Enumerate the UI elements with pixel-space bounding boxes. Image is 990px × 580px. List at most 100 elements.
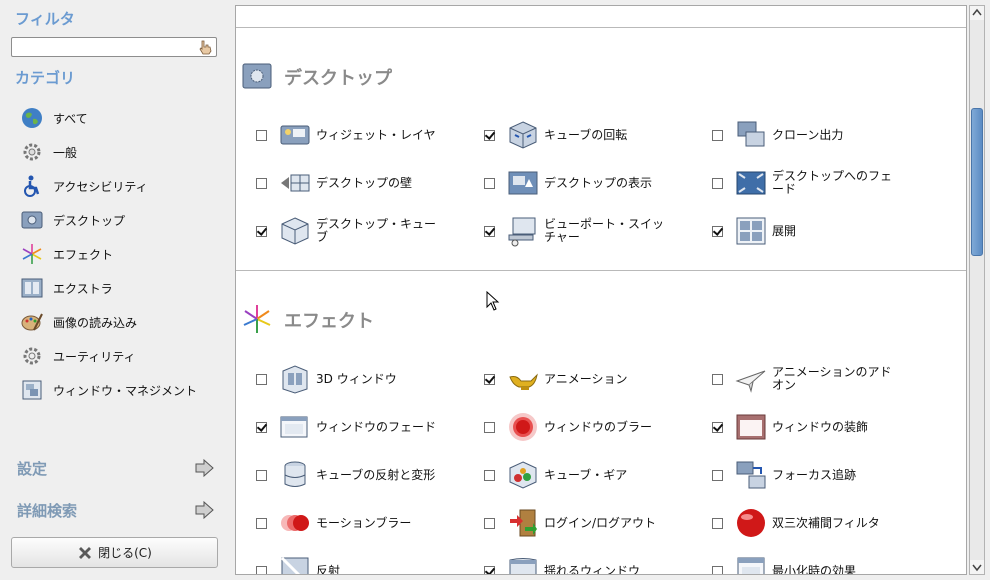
- category-accessibility[interactable]: アクセシビリティ: [20, 173, 148, 199]
- plugin-item[interactable]: ウィンドウのフェード: [256, 409, 446, 445]
- category-label: エクストラ: [53, 281, 113, 296]
- plugin-item[interactable]: ウィジェット・レイヤ: [256, 117, 446, 153]
- category-label: 一般: [53, 145, 78, 160]
- plugin-label: ウィンドウのブラー: [544, 419, 653, 434]
- category-image-loading[interactable]: 画像の読み込み: [20, 309, 137, 335]
- wobbly-windows-icon: [509, 558, 537, 574]
- plugin-checkbox[interactable]: [484, 565, 495, 574]
- plugin-checkbox[interactable]: [484, 373, 495, 385]
- plugin-checkbox[interactable]: [484, 421, 495, 433]
- plugin-checkbox[interactable]: [484, 129, 495, 141]
- plugin-checkbox[interactable]: [256, 565, 267, 574]
- plugin-label: 展開: [772, 223, 797, 238]
- plugin-label: アニメーションのアドオン: [772, 365, 892, 392]
- close-x-icon: [79, 546, 92, 559]
- category-label: ユーティリティ: [53, 349, 136, 364]
- plugin-item[interactable]: 3D ウィンドウ: [256, 361, 446, 397]
- plugin-checkbox[interactable]: [712, 469, 723, 481]
- plugin-item[interactable]: アニメーションのアドオン: [712, 361, 902, 397]
- plugin-item[interactable]: ログイン/ログアウト: [484, 505, 674, 541]
- plugin-checkbox[interactable]: [712, 225, 723, 237]
- plugin-item[interactable]: フォーカス追跡: [712, 457, 902, 493]
- desktop-icon: [242, 63, 272, 89]
- category-utility[interactable]: ユーティリティ: [20, 343, 136, 369]
- plugin-label: ウィジェット・レイヤ: [316, 127, 436, 142]
- plugin-checkbox[interactable]: [712, 373, 723, 385]
- vertical-scrollbar[interactable]: [969, 5, 985, 575]
- plugin-label: ログイン/ログアウト: [544, 515, 657, 530]
- plugin-checkbox[interactable]: [484, 517, 495, 529]
- plugin-item[interactable]: デスクトップの表示: [484, 165, 674, 201]
- plugin-item[interactable]: ウィンドウの装飾: [712, 409, 902, 445]
- close-button[interactable]: 閉じる(C): [11, 537, 218, 568]
- plugin-checkbox[interactable]: [256, 177, 267, 189]
- plugin-item[interactable]: デスクトップの壁: [256, 165, 446, 201]
- category-all[interactable]: すべて: [20, 105, 88, 131]
- category-general[interactable]: 一般: [20, 139, 77, 165]
- plugin-item[interactable]: アニメーション: [484, 361, 674, 397]
- minimize-effect-icon: [737, 557, 765, 574]
- arrow-up-icon: [972, 8, 982, 16]
- clear-hand-icon[interactable]: [197, 39, 213, 55]
- filter-input[interactable]: [11, 37, 217, 57]
- category-effects[interactable]: エフェクト: [20, 241, 113, 267]
- plugin-item[interactable]: 最小化時の効果: [712, 553, 902, 574]
- plugin-checkbox[interactable]: [484, 225, 495, 237]
- settings-arrow-icon[interactable]: [193, 458, 215, 478]
- show-desktop-icon: [508, 171, 538, 195]
- plugin-label: クローン出力: [772, 127, 844, 142]
- plugin-item[interactable]: 揺れるウィンドウ: [484, 553, 674, 574]
- plugin-item[interactable]: デスクトップへのフェード: [712, 165, 902, 201]
- plugin-checkbox[interactable]: [712, 565, 723, 574]
- plugin-checkbox[interactable]: [712, 129, 723, 141]
- category-window-management[interactable]: ウィンドウ・マネジメント: [20, 377, 197, 403]
- category-desktop[interactable]: デスクトップ: [20, 207, 125, 233]
- category-label: デスクトップ: [53, 213, 126, 228]
- gear-icon: [23, 143, 41, 161]
- advanced-search-heading[interactable]: 詳細検索: [17, 500, 77, 521]
- advanced-search-arrow-icon[interactable]: [193, 500, 215, 520]
- plugin-checkbox[interactable]: [712, 177, 723, 189]
- plugin-item[interactable]: ビューポート・スイッチャー: [484, 213, 674, 249]
- cube-gears-icon: [509, 461, 537, 489]
- plugin-item[interactable]: モーションブラー: [256, 505, 446, 541]
- plugin-checkbox[interactable]: [484, 177, 495, 189]
- plugin-item[interactable]: キューブの回転: [484, 117, 674, 153]
- plugin-checkbox[interactable]: [256, 517, 267, 529]
- scroll-thumb[interactable]: [971, 108, 983, 256]
- section-divider: [236, 270, 966, 271]
- plugin-checkbox[interactable]: [256, 421, 267, 433]
- motion-blur-icon: [281, 515, 309, 531]
- plugin-checkbox[interactable]: [256, 373, 267, 385]
- category-heading: カテゴリ: [15, 69, 76, 87]
- 3d-windows-icon: [282, 365, 308, 394]
- cube-reflection-icon: [284, 461, 306, 487]
- plugin-label: アニメーション: [544, 371, 628, 386]
- scroll-down-button[interactable]: [970, 560, 984, 574]
- plugin-checkbox[interactable]: [712, 517, 723, 529]
- plugin-checkbox[interactable]: [256, 469, 267, 481]
- genie-lamp-icon: [509, 373, 538, 390]
- plugin-item[interactable]: キューブの反射と変形: [256, 457, 446, 493]
- plugin-label: 3D ウィンドウ: [316, 371, 397, 386]
- plugin-item[interactable]: キューブ・ギア: [484, 457, 674, 493]
- settings-heading[interactable]: 設定: [17, 458, 47, 479]
- plugin-label: キューブ・ギア: [544, 467, 628, 482]
- category-label: ウィンドウ・マネジメント: [53, 383, 198, 398]
- plugin-item[interactable]: デスクトップ・キューブ: [256, 213, 446, 249]
- plugin-item[interactable]: 反射: [256, 553, 446, 574]
- plugin-checkbox[interactable]: [256, 225, 267, 237]
- plugin-checkbox[interactable]: [256, 129, 267, 141]
- plugin-item[interactable]: ウィンドウのブラー: [484, 409, 674, 445]
- palette-icon: [21, 313, 43, 331]
- extras-icon: [21, 278, 43, 298]
- plugin-item[interactable]: クローン出力: [712, 117, 902, 153]
- scroll-up-button[interactable]: [970, 6, 984, 20]
- plugin-item[interactable]: 展開: [712, 213, 902, 249]
- plugin-item[interactable]: 双三次補間フィルタ: [712, 505, 902, 541]
- utility-gear-icon: [23, 347, 41, 365]
- plugin-label: 双三次補間フィルタ: [772, 515, 880, 530]
- category-extras[interactable]: エクストラ: [20, 275, 113, 301]
- plugin-checkbox[interactable]: [712, 421, 723, 433]
- plugin-checkbox[interactable]: [484, 469, 495, 481]
